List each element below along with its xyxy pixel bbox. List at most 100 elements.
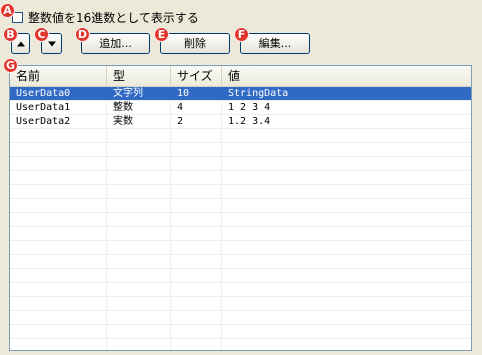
user-data-list[interactable]: 名前 型 サイズ 値 UserData0 文字列 10 StringData UserD…: [9, 65, 472, 351]
cell-name: UserData0: [10, 87, 107, 100]
empty-row[interactable]: [10, 185, 471, 199]
callout-g: G: [3, 58, 18, 73]
empty-row[interactable]: [10, 157, 471, 171]
column-header-size[interactable]: サイズ: [171, 66, 222, 86]
cell-value: [222, 199, 471, 212]
cell-type: [107, 311, 171, 324]
cell-name: [10, 157, 107, 170]
cell-type: [107, 339, 171, 350]
empty-row[interactable]: [10, 143, 471, 157]
cell-value: [222, 339, 471, 350]
cell-size: [171, 283, 222, 296]
cell-name: UserData2: [10, 115, 107, 128]
cell-size: [171, 157, 222, 170]
cell-name: [10, 297, 107, 310]
list-body: UserData0 文字列 10 StringData UserData1 整数 4 1 2 …: [10, 87, 471, 350]
triangle-up-icon: [16, 41, 25, 46]
empty-row[interactable]: [10, 255, 471, 269]
cell-size: 2: [171, 115, 222, 128]
cell-type: [107, 185, 171, 198]
cell-value: [222, 241, 471, 254]
empty-row[interactable]: [10, 269, 471, 283]
cell-name: [10, 213, 107, 226]
cell-name: [10, 269, 107, 282]
empty-row[interactable]: [10, 227, 471, 241]
empty-row[interactable]: [10, 129, 471, 143]
empty-row[interactable]: [10, 297, 471, 311]
cell-type: [107, 297, 171, 310]
cell-name: [10, 227, 107, 240]
empty-row[interactable]: [10, 213, 471, 227]
cell-size: [171, 227, 222, 240]
delete-button[interactable]: 削除: [160, 33, 230, 54]
cell-type: [107, 171, 171, 184]
cell-size: [171, 255, 222, 268]
cell-name: [10, 199, 107, 212]
empty-row[interactable]: [10, 311, 471, 325]
table-row[interactable]: UserData0 文字列 10 StringData: [10, 87, 471, 101]
cell-name: [10, 185, 107, 198]
edit-button[interactable]: 編集...: [240, 33, 310, 54]
cell-type: [107, 227, 171, 240]
cell-value: [222, 297, 471, 310]
cell-name: [10, 339, 107, 350]
callout-f: F: [234, 27, 249, 42]
column-header-name[interactable]: 名前: [10, 66, 107, 86]
cell-type: [107, 143, 171, 156]
cell-value: 1 2 3 4: [228, 102, 271, 113]
callout-a: A: [0, 3, 15, 18]
table-row[interactable]: UserData2 実数 2 1.2 3.4: [10, 115, 471, 129]
cell-size: [171, 325, 222, 338]
cell-size: [171, 339, 222, 350]
empty-row[interactable]: [10, 325, 471, 339]
cell-type: 整数: [107, 101, 171, 114]
empty-row[interactable]: [10, 199, 471, 213]
cell-size: [171, 199, 222, 212]
cell-type: [107, 255, 171, 268]
cell-type: [107, 283, 171, 296]
cell-size: [171, 311, 222, 324]
empty-row[interactable]: [10, 241, 471, 255]
empty-row[interactable]: [10, 339, 471, 350]
cell-value: [222, 171, 471, 184]
cell-name: [10, 129, 107, 142]
triangle-down-icon: [47, 41, 56, 46]
cell-name: [10, 311, 107, 324]
callout-d: D: [75, 27, 90, 42]
cell-size: [171, 185, 222, 198]
cell-type: 文字列: [107, 87, 171, 100]
cell-value: [222, 269, 471, 282]
cell-name: [10, 325, 107, 338]
hex-display-checkbox-row[interactable]: 整数値を16進数として表示する: [12, 9, 199, 26]
cell-value: [222, 325, 471, 338]
table-row[interactable]: UserData1 整数 4 1 2 3 4: [10, 101, 471, 115]
cell-size: [171, 171, 222, 184]
add-button[interactable]: 追加...: [81, 33, 150, 54]
cell-name: [10, 255, 107, 268]
cell-type: [107, 157, 171, 170]
cell-name: UserData1: [10, 101, 107, 114]
callout-c: C: [34, 27, 49, 42]
cell-value: StringData: [228, 88, 289, 99]
cell-size: [171, 297, 222, 310]
cell-size: [171, 241, 222, 254]
cell-name: [10, 171, 107, 184]
cell-value: [222, 185, 471, 198]
cell-name: [10, 143, 107, 156]
cell-value: [222, 157, 471, 170]
empty-row[interactable]: [10, 171, 471, 185]
column-header-value[interactable]: 値: [222, 66, 471, 86]
column-header-type[interactable]: 型: [107, 66, 171, 86]
empty-row[interactable]: [10, 283, 471, 297]
cell-size: [171, 143, 222, 156]
cell-type: 実数: [107, 115, 171, 128]
cell-value: [222, 255, 471, 268]
cell-value: [222, 213, 471, 226]
cell-type: [107, 241, 171, 254]
cell-size: [171, 213, 222, 226]
cell-type: [107, 269, 171, 282]
callout-b: B: [3, 27, 18, 42]
list-header: 名前 型 サイズ 値: [10, 66, 471, 87]
cell-value: [222, 283, 471, 296]
cell-type: [107, 325, 171, 338]
